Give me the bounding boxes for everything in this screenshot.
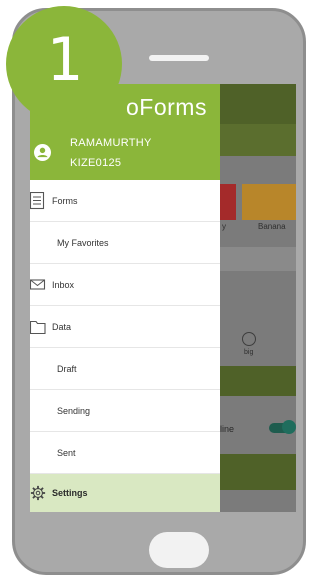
home-button[interactable] — [149, 532, 209, 568]
menu-item-my-favorites[interactable]: My Favorites — [30, 222, 220, 264]
user-avatar-icon — [34, 144, 51, 161]
phone-speaker — [149, 55, 209, 61]
phone-screen: y Banana big line oForms RAMAMURTHY KIZE… — [30, 84, 296, 512]
envelope-icon — [30, 279, 46, 290]
folder-icon — [30, 320, 46, 335]
menu-item-label: Sent — [57, 447, 76, 458]
menu-item-data[interactable]: Data — [30, 306, 220, 348]
step-badge: 1 — [6, 6, 122, 122]
menu-item-draft[interactable]: Draft — [30, 348, 220, 390]
brand-logo-text: oForms — [126, 94, 207, 120]
menu-item-label: Inbox — [52, 279, 75, 290]
menu-item-inbox[interactable]: Inbox — [30, 264, 220, 306]
step-number: 1 — [45, 25, 83, 95]
menu-item-label: Forms — [52, 195, 78, 206]
background-circle-label: big — [244, 349, 254, 356]
document-icon — [30, 192, 45, 210]
background-circle-icon — [242, 332, 256, 346]
background-toggle-label: line — [220, 424, 235, 434]
menu-item-sent[interactable]: Sent — [30, 432, 220, 474]
menu-item-settings[interactable]: Settings — [30, 474, 220, 512]
background-green-block — [220, 454, 296, 490]
background-tile-label: Banana — [258, 222, 286, 231]
menu-item-label: Data — [52, 321, 72, 332]
navigation-drawer: oForms RAMAMURTHY KIZE0125 Forms My Favo… — [30, 84, 220, 512]
menu-item-label: My Favorites — [57, 237, 109, 248]
user-id: KIZE0125 — [70, 157, 122, 169]
background-tile-label: y — [222, 222, 226, 231]
menu-item-label: Draft — [57, 363, 77, 374]
menu-item-label: Settings — [52, 488, 88, 498]
menu-item-sending[interactable]: Sending — [30, 390, 220, 432]
background-green-block — [220, 366, 296, 396]
user-name: RAMAMURTHY — [70, 137, 152, 149]
menu-item-label: Sending — [57, 405, 91, 416]
gear-icon — [30, 485, 46, 501]
background-tile-banana — [242, 184, 296, 220]
menu-item-forms[interactable]: Forms — [30, 180, 220, 222]
background-tile-red — [220, 184, 236, 220]
background-toggle-knob — [282, 420, 296, 434]
